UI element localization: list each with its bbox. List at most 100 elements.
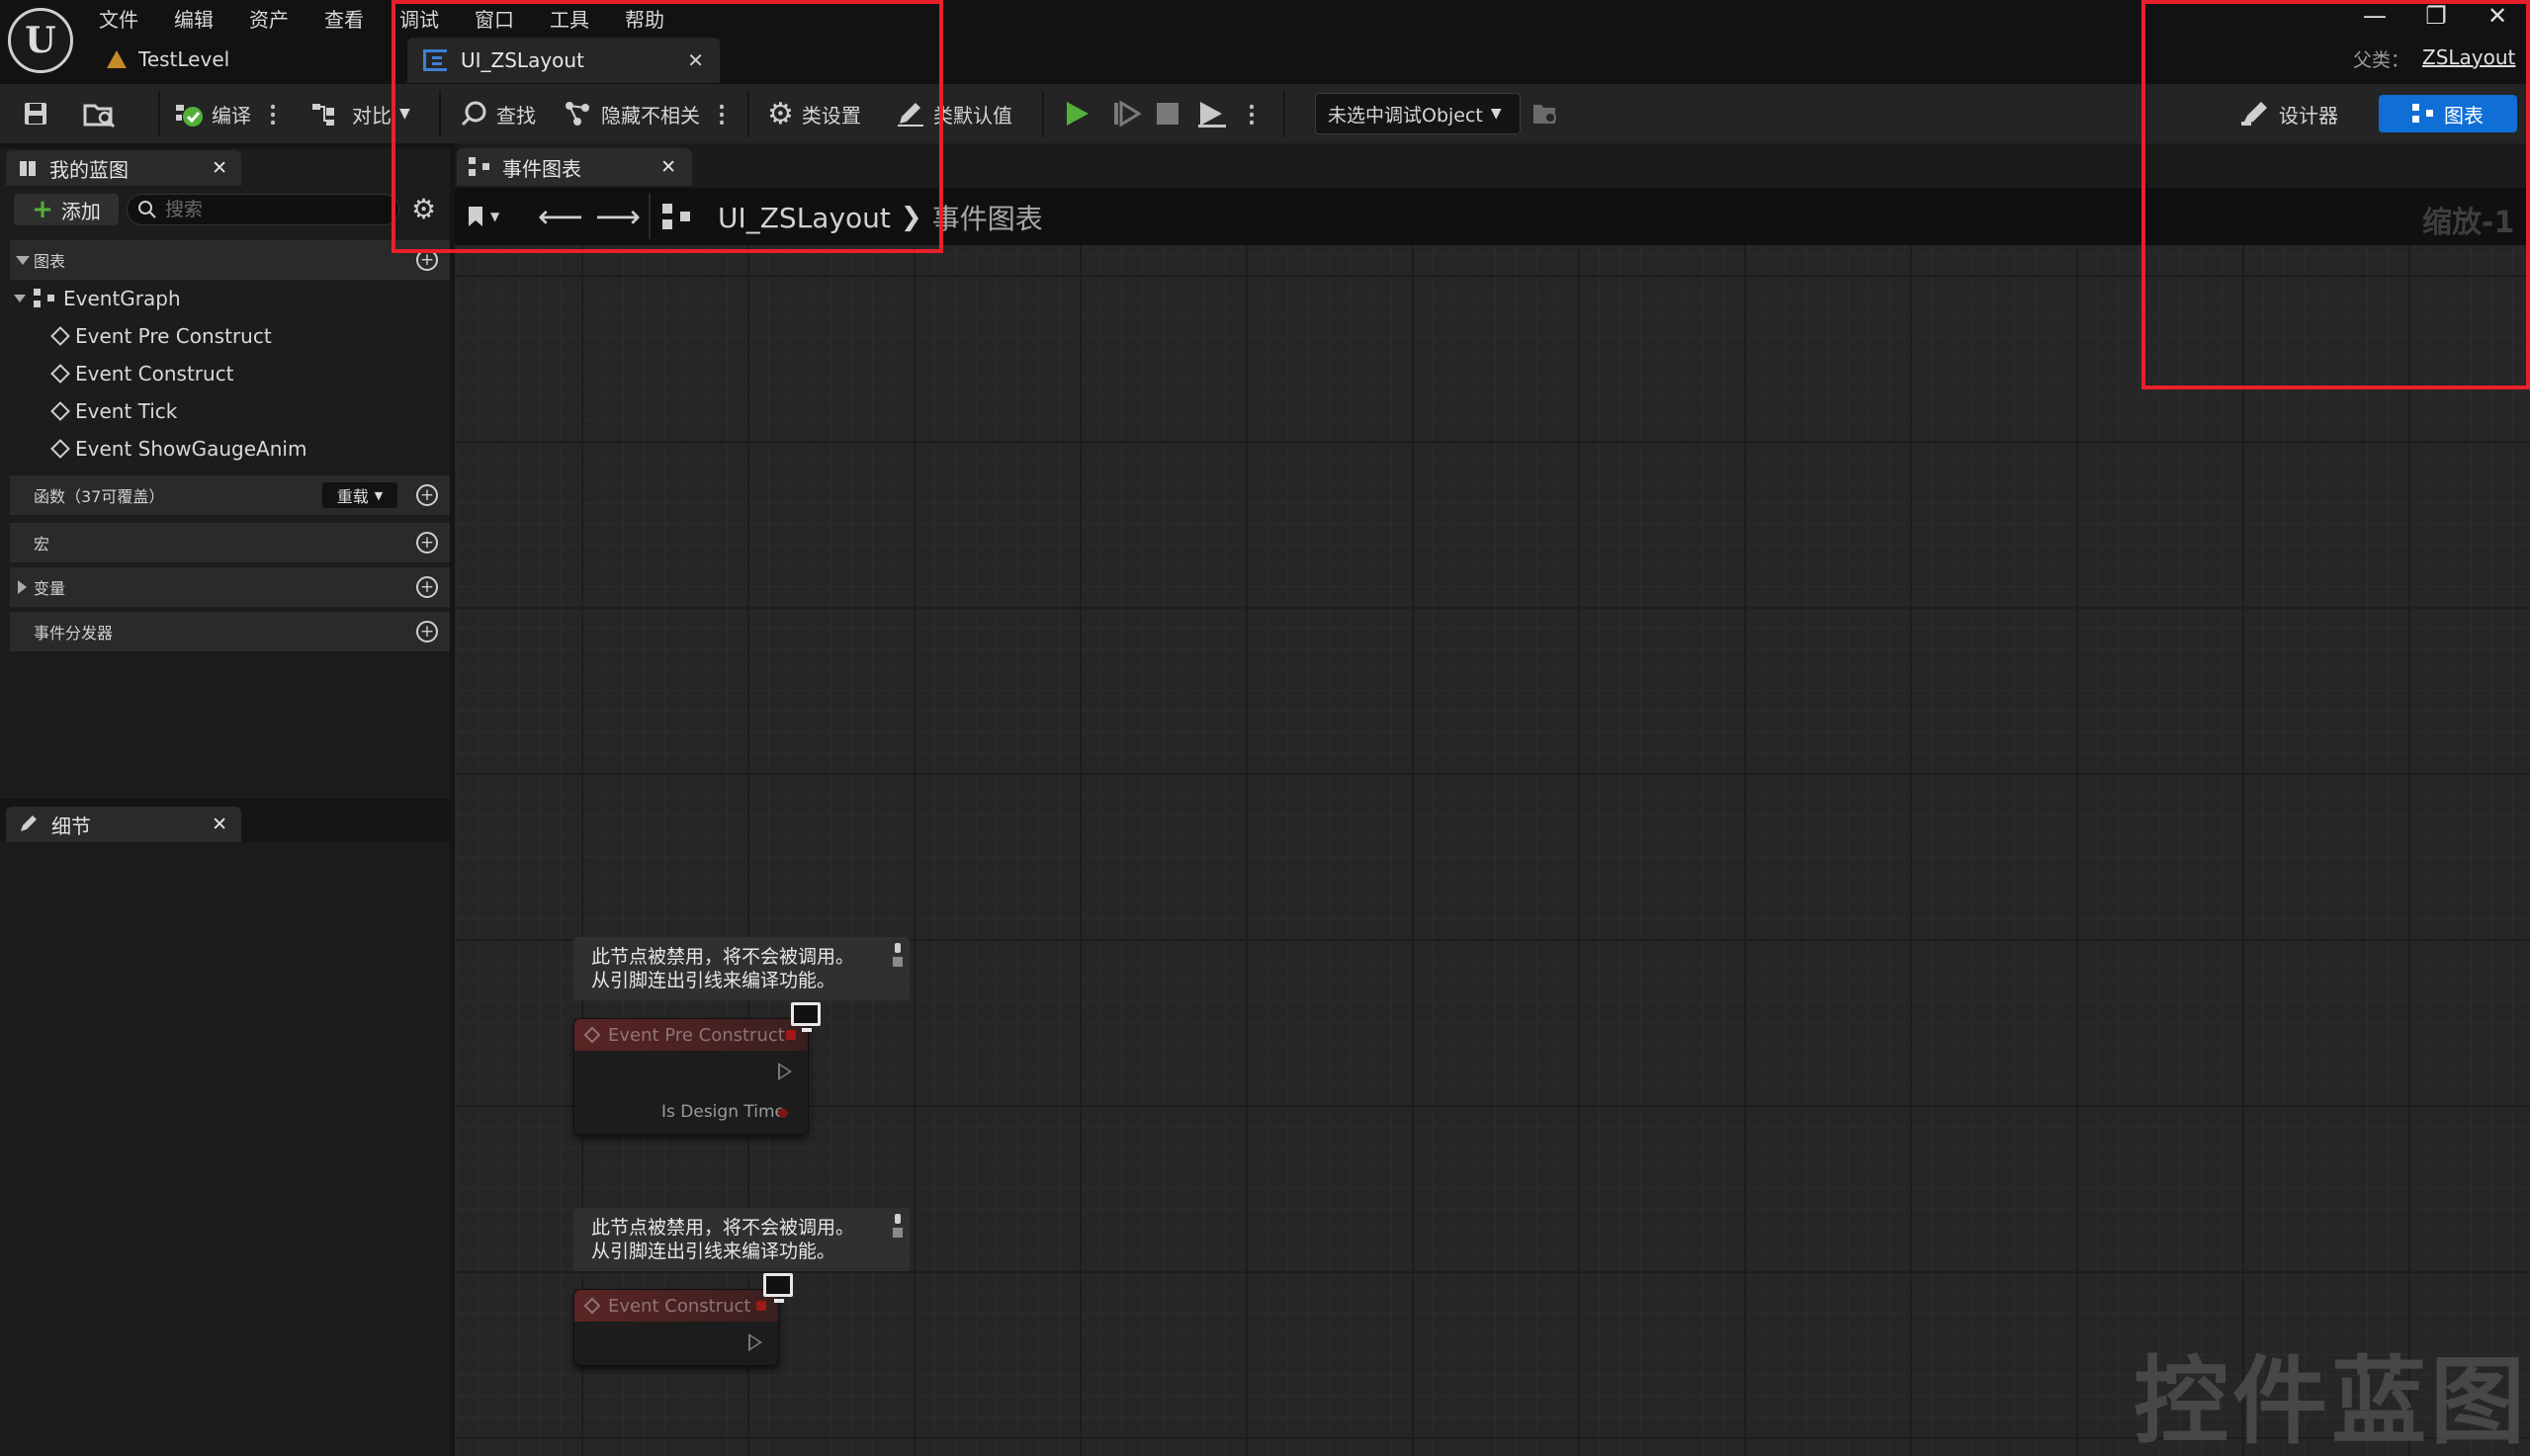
graph-icon: [2412, 104, 2434, 124]
back-arrow-icon[interactable]: ⟵: [538, 198, 583, 235]
unreal-logo-icon[interactable]: U: [8, 8, 73, 73]
class-defaults-button[interactable]: 类默认值: [896, 97, 1012, 130]
exec-out-pin[interactable]: [748, 1333, 762, 1351]
comment-line: 从引脚连出引线来编译功能。: [591, 970, 836, 991]
graph-icon: [469, 157, 490, 177]
more-options-icon: [1250, 103, 1254, 125]
search-icon: [138, 201, 156, 218]
bookmark-button[interactable]: ▼: [467, 202, 499, 231]
menu-edit[interactable]: 编辑: [174, 4, 214, 33]
menu-debug[interactable]: 调试: [399, 4, 439, 33]
restore-button[interactable]: ❐: [2416, 2, 2456, 30]
event-label: Event Construct: [75, 362, 234, 385]
tree-item-event-pre-construct[interactable]: Event Pre Construct: [50, 324, 272, 348]
menu-view[interactable]: 查看: [324, 4, 364, 33]
section-variables[interactable]: 变量 +: [10, 567, 450, 607]
client-only-screen-icon: [791, 1002, 821, 1032]
close-window-button[interactable]: ✕: [2478, 2, 2517, 30]
bool-out-pin[interactable]: [778, 1108, 788, 1118]
menu-tools[interactable]: 工具: [550, 4, 589, 33]
add-variable-icon[interactable]: +: [416, 576, 438, 598]
event-icon: [50, 326, 70, 346]
title-bar: [0, 0, 2530, 84]
tree-item-event-tick[interactable]: Event Tick: [50, 399, 177, 423]
add-button[interactable]: + 添加: [14, 194, 119, 225]
comment-line: 从引脚连出引线来编译功能。: [591, 1241, 836, 1262]
level-tab[interactable]: TestLevel: [107, 43, 229, 75]
tree-item-event-construct[interactable]: Event Construct: [50, 362, 234, 385]
parent-class-link[interactable]: ZSLayout: [2422, 45, 2515, 69]
breadcrumb-root[interactable]: UI_ZSLayout: [718, 202, 891, 234]
stop-button[interactable]: [1155, 97, 1180, 130]
add-function-icon[interactable]: +: [416, 484, 438, 506]
hide-unrelated-options-button[interactable]: [720, 97, 724, 130]
step-button[interactable]: [1111, 97, 1141, 130]
find-button[interactable]: 查找: [461, 97, 536, 130]
delegate-pin[interactable]: [786, 1030, 796, 1040]
stop-icon: [1157, 103, 1178, 125]
close-icon[interactable]: ✕: [212, 814, 227, 835]
menu-asset[interactable]: 资产: [249, 4, 289, 33]
tree-item-event-showgaugeanim[interactable]: Event ShowGaugeAnim: [50, 437, 306, 461]
toolbar-separator: [747, 91, 749, 136]
browse-button[interactable]: [83, 97, 117, 130]
class-settings-button[interactable]: ⚙ 类设置: [767, 97, 861, 131]
class-defaults-icon: [898, 103, 923, 127]
forward-arrow-icon[interactable]: ⟶: [595, 198, 641, 235]
graph-mode-button[interactable]: 图表: [2379, 95, 2517, 132]
node-header: Event Pre Construct: [574, 1019, 808, 1051]
add-graph-icon[interactable]: +: [416, 249, 438, 271]
search-input[interactable]: [165, 199, 383, 220]
compile-button[interactable]: 编译: [174, 97, 251, 130]
event-icon: [583, 1297, 601, 1315]
settings-gear-icon[interactable]: ⚙: [411, 194, 436, 225]
close-icon[interactable]: ✕: [660, 156, 676, 178]
menu-window[interactable]: 窗口: [475, 4, 514, 33]
section-functions-label: 函数（37可覆盖）: [34, 487, 165, 506]
section-event-dispatchers[interactable]: 事件分发器 +: [10, 612, 450, 651]
designer-icon: [2241, 102, 2267, 126]
pin-comment-icon[interactable]: [892, 1214, 904, 1240]
save-button[interactable]: [22, 97, 49, 130]
node-event-construct[interactable]: Event Construct: [573, 1289, 779, 1366]
hide-unrelated-icon: [566, 102, 589, 126]
asset-tab-ui-zslayout[interactable]: UI_ZSLayout ✕: [407, 38, 720, 83]
menu-file[interactable]: 文件: [99, 4, 138, 33]
add-macro-icon[interactable]: +: [416, 532, 438, 554]
eject-button[interactable]: [1196, 97, 1228, 130]
play-button[interactable]: [1062, 97, 1091, 130]
event-graph-tab[interactable]: 事件图表 ✕: [457, 148, 692, 186]
node-header: Event Construct: [574, 1290, 778, 1322]
compile-options-button[interactable]: [271, 97, 275, 130]
section-macros[interactable]: 宏 +: [10, 523, 450, 562]
debug-filter-button[interactable]: [1530, 97, 1558, 130]
close-icon[interactable]: ✕: [212, 157, 227, 179]
compile-label: 编译: [212, 103, 251, 128]
node-event-pre-construct[interactable]: Event Pre Construct Is Design Time: [573, 1018, 809, 1135]
exec-out-pin[interactable]: [778, 1063, 792, 1080]
minimize-button[interactable]: —: [2355, 2, 2395, 30]
delegate-pin[interactable]: [756, 1301, 766, 1311]
possess-eject-icon: [1198, 102, 1226, 128]
pin-label: Is Design Time: [661, 1102, 785, 1122]
more-options-icon: [720, 103, 724, 125]
my-blueprint-tab[interactable]: 我的蓝图 ✕: [6, 150, 241, 186]
debug-object-select[interactable]: 未选中调试Object ▼: [1315, 93, 1521, 134]
play-options-button[interactable]: [1250, 97, 1254, 130]
menu-help[interactable]: 帮助: [625, 4, 664, 33]
hide-unrelated-button[interactable]: 隐藏不相关: [564, 97, 700, 130]
designer-mode-button[interactable]: 设计器: [2225, 95, 2353, 132]
details-tab[interactable]: 细节 ✕: [6, 807, 241, 842]
search-box[interactable]: [127, 194, 399, 225]
pin-comment-icon[interactable]: [892, 943, 904, 969]
add-dispatcher-icon[interactable]: +: [416, 621, 438, 642]
diff-button[interactable]: 对比 ▼: [310, 97, 410, 130]
my-blueprint-tab-label: 我的蓝图: [49, 157, 129, 182]
more-options-icon: [271, 103, 275, 125]
override-dropdown[interactable]: 重载 ▼: [322, 482, 397, 508]
section-graphs[interactable]: 图表 +: [10, 240, 450, 280]
close-icon[interactable]: ✕: [687, 48, 704, 72]
chevron-down-icon: ▼: [399, 106, 410, 122]
folder-search-icon: [83, 104, 116, 128]
tree-item-eventgraph[interactable]: EventGraph: [14, 287, 181, 310]
